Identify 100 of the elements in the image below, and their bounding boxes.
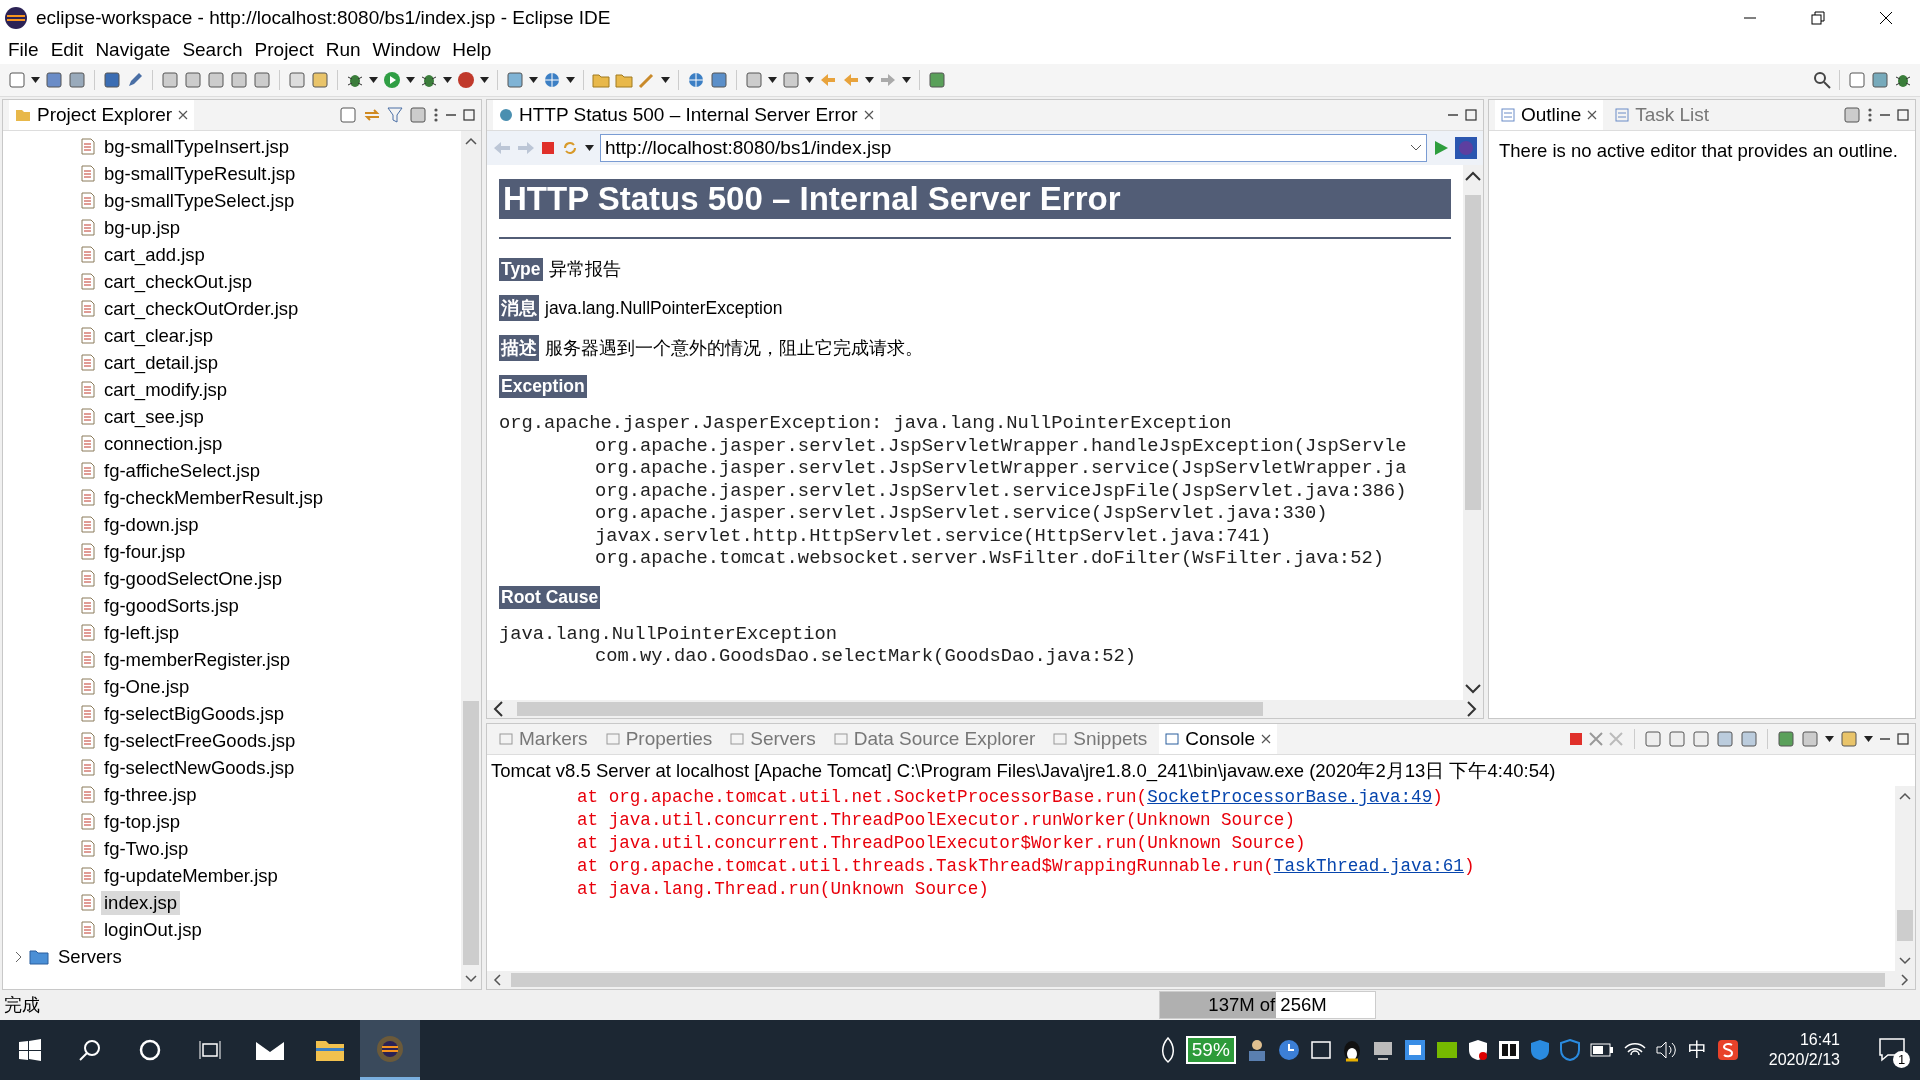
battery-icon[interactable] — [1589, 1043, 1614, 1057]
menu-item[interactable]: File — [2, 39, 45, 61]
editor-tab[interactable]: HTTP Status 500 – Internal Server Error — [493, 100, 880, 130]
scroll-thumb[interactable] — [1465, 195, 1481, 510]
search-icon[interactable] — [1813, 71, 1831, 89]
chevron-left-icon[interactable] — [493, 974, 501, 986]
monitor-icon[interactable] — [1371, 1039, 1394, 1061]
maximize-icon[interactable] — [463, 109, 475, 121]
input-method-icon[interactable] — [1716, 1039, 1739, 1061]
stop-run-icon[interactable] — [457, 71, 475, 89]
shield-icon[interactable] — [1467, 1039, 1488, 1061]
file-tree-item[interactable]: bg-up.jsp — [101, 215, 184, 240]
dropdown-caret-icon[interactable] — [768, 77, 777, 83]
scroll-thumb[interactable] — [463, 701, 479, 965]
menu-item[interactable]: Project — [248, 39, 320, 61]
scrollbar[interactable] — [461, 131, 481, 989]
dropdown-caret-icon[interactable] — [31, 77, 40, 83]
source-link[interactable]: SocketProcessorBase.java:49 — [1147, 787, 1433, 807]
remove-launch-icon[interactable] — [1589, 732, 1603, 746]
graphics-card-icon[interactable] — [1435, 1039, 1458, 1061]
chevron-down-icon[interactable] — [1899, 957, 1911, 965]
go-icon[interactable] — [1433, 140, 1449, 156]
dropdown-caret-icon[interactable] — [585, 145, 594, 151]
pen-icon[interactable] — [126, 71, 144, 89]
file-tree-item[interactable]: cart_add.jsp — [101, 242, 208, 267]
scroll-thumb[interactable] — [517, 702, 1263, 716]
eclipse-app-button[interactable] — [360, 1020, 420, 1080]
panel-tab[interactable]: Outline — [1495, 100, 1604, 130]
file-tree-item[interactable]: fg-afficheSelect.jsp — [101, 458, 263, 483]
file-tree-item[interactable]: connection.jsp — [101, 431, 226, 456]
chevron-right-icon[interactable] — [1901, 974, 1909, 986]
folder-tree-item[interactable]: Servers — [55, 944, 125, 969]
scrollbar[interactable] — [1463, 165, 1483, 700]
clock-app-icon[interactable] — [1277, 1039, 1300, 1061]
file-tree-item[interactable]: fg-memberRegister.jsp — [101, 647, 294, 672]
panel-tab[interactable]: Task List — [1609, 100, 1716, 130]
scrollbar[interactable] — [1895, 786, 1915, 971]
menu-item[interactable]: Search — [176, 39, 249, 61]
view-tab[interactable]: Snippets — [1047, 724, 1154, 754]
url-field[interactable]: http://localhost:8080/bs1/index.jsp — [600, 134, 1427, 162]
maximize-icon[interactable] — [1465, 109, 1477, 121]
view-tab[interactable]: Data Source Explorer — [827, 724, 1042, 754]
close-icon[interactable] — [863, 110, 874, 120]
close-icon[interactable] — [178, 110, 189, 120]
dropdown-caret-icon[interactable] — [566, 77, 575, 83]
file-tree-item[interactable]: fg-One.jsp — [101, 674, 193, 699]
chevron-down-icon[interactable] — [465, 975, 477, 983]
close-icon[interactable] — [1879, 11, 1893, 25]
dropdown-caret-icon[interactable] — [865, 77, 874, 83]
stop-icon[interactable] — [541, 141, 555, 155]
dropdown-caret-icon[interactable] — [369, 77, 378, 83]
battery-indicator[interactable]: 59% — [1185, 1036, 1236, 1064]
chevron-down-icon[interactable] — [1465, 684, 1481, 694]
chevron-up-icon[interactable] — [1465, 171, 1481, 181]
notification-button[interactable]: 1 — [1874, 1032, 1910, 1068]
penguin-icon[interactable] — [1341, 1038, 1362, 1062]
panel-tab[interactable]: Project Explorer — [9, 100, 195, 130]
dropdown-caret-icon[interactable] — [1825, 736, 1834, 742]
dropdown-caret-icon[interactable] — [529, 77, 538, 83]
file-tree-item[interactable]: fg-selectBigGoods.jsp — [101, 701, 287, 726]
audio-app-icon[interactable] — [1497, 1040, 1520, 1060]
menu-item[interactable]: Edit — [44, 39, 90, 61]
dropdown-caret-icon[interactable] — [805, 77, 814, 83]
file-tree-item[interactable]: fg-left.jsp — [101, 620, 183, 645]
scrollbar[interactable] — [487, 971, 1915, 989]
chevron-right-icon[interactable] — [13, 950, 23, 963]
menu-item[interactable]: Window — [366, 39, 447, 61]
view-tab[interactable]: Console — [1159, 724, 1278, 754]
file-tree-item[interactable]: bg-smallTypeResult.jsp — [101, 161, 299, 186]
chevron-left-icon[interactable] — [493, 701, 503, 717]
dropdown-caret-icon[interactable] — [902, 77, 911, 83]
dropdown-caret-icon[interactable] — [406, 77, 415, 83]
dropdown-caret-icon[interactable] — [661, 77, 670, 83]
clock[interactable]: 16:41 2020/2/13 — [1748, 1030, 1864, 1070]
scrollbar[interactable] — [487, 700, 1483, 718]
leaf-icon[interactable] — [1159, 1037, 1176, 1063]
run-icon[interactable] — [383, 71, 401, 89]
file-tree-item[interactable]: fg-goodSelectOne.jsp — [101, 566, 285, 591]
globe-icon[interactable] — [687, 71, 705, 89]
file-tree-item[interactable]: fg-Two.jsp — [101, 836, 192, 861]
dropdown-caret-icon[interactable] — [443, 77, 452, 83]
speaker-icon[interactable] — [1655, 1041, 1678, 1059]
file-tree-item[interactable]: fg-top.jsp — [101, 809, 184, 834]
file-tree-item[interactable]: cart_see.jsp — [101, 404, 207, 429]
file-tree-item[interactable]: loginOut.jsp — [101, 917, 205, 942]
view-menu-icon[interactable] — [433, 107, 439, 123]
close-icon[interactable] — [1587, 110, 1598, 120]
maximize-icon[interactable] — [1897, 109, 1909, 121]
wand-icon[interactable] — [638, 71, 656, 89]
file-tree-item[interactable]: index.jsp — [101, 890, 180, 915]
file-tree-item[interactable]: fg-three.jsp — [101, 782, 200, 807]
dropdown-caret-icon[interactable] — [1864, 736, 1873, 742]
file-tree-item[interactable]: fg-checkMemberResult.jsp — [101, 485, 326, 510]
file-tree-item[interactable]: cart_checkOut.jsp — [101, 269, 256, 294]
maximize-icon[interactable] — [1897, 733, 1909, 745]
dropdown-caret-icon[interactable] — [1410, 144, 1422, 152]
file-tree-item[interactable]: fg-four.jsp — [101, 539, 189, 564]
file-tree-item[interactable]: fg-updateMember.jsp — [101, 863, 281, 888]
globe-icon[interactable] — [543, 71, 561, 89]
view-tab[interactable]: Properties — [599, 724, 719, 754]
